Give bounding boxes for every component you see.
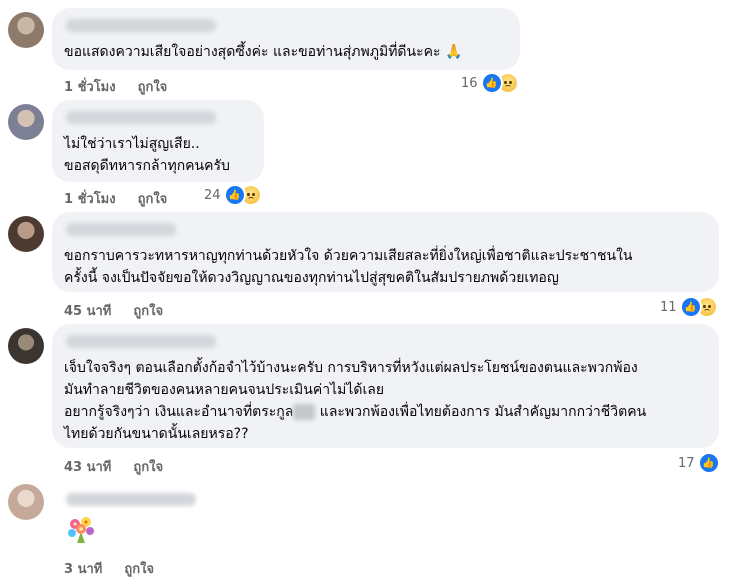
comment-timestamp[interactable]: 43 นาที bbox=[64, 456, 111, 477]
comment-timestamp[interactable]: 3 นาที bbox=[64, 558, 102, 579]
like-icon: 👍 bbox=[480, 72, 503, 94]
reaction-count: 17 bbox=[678, 455, 695, 471]
like-button[interactable]: ถูกใจ bbox=[133, 300, 163, 321]
reaction-summary[interactable]: 17 👍 bbox=[678, 452, 720, 474]
comment-timestamp[interactable]: 45 นาที bbox=[64, 300, 111, 321]
like-button[interactable]: ถูกใจ bbox=[138, 188, 168, 209]
commenter-name-blurred[interactable] bbox=[66, 111, 216, 124]
comment-bubble: เจ็บใจจริงๆ ตอนเลือกตั้งก้อจำไว้บ้างนะคร… bbox=[52, 324, 719, 448]
comment-bubble: ไม่ใช่ว่าเราไม่สูญเสีย.. ขอสดุดีทหารกล้า… bbox=[52, 100, 264, 182]
comment-bubble: ขอแสดงความเสียใจอย่างสุดซึ้งค่ะ และขอท่า… bbox=[52, 8, 520, 70]
comment-timestamp[interactable]: 1 ชั่วโมง bbox=[64, 76, 116, 97]
flower-bouquet-icon[interactable] bbox=[64, 512, 98, 546]
like-icon: 👍 bbox=[697, 452, 720, 474]
like-button[interactable]: ถูกใจ bbox=[133, 456, 163, 477]
comment-actions: 3 นาที ถูกใจ bbox=[64, 558, 154, 579]
redacted-name bbox=[293, 404, 316, 420]
avatar[interactable] bbox=[8, 104, 44, 140]
commenter-name-blurred[interactable] bbox=[66, 19, 216, 32]
like-button[interactable]: ถูกใจ bbox=[124, 558, 154, 579]
commenter-name-blurred[interactable] bbox=[66, 493, 196, 506]
avatar[interactable] bbox=[8, 484, 44, 520]
avatar[interactable] bbox=[8, 328, 44, 364]
reaction-summary[interactable]: 24 👍 bbox=[204, 184, 262, 206]
comment-actions: 1 ชั่วโมง ถูกใจ bbox=[64, 76, 167, 97]
avatar[interactable] bbox=[8, 216, 44, 252]
like-icon: 👍 bbox=[679, 296, 702, 318]
commenter-name-blurred[interactable] bbox=[66, 223, 176, 236]
reaction-count: 16 bbox=[461, 75, 478, 91]
comment-bubble: ขอกราบคารวะทหารหาญทุกท่านด้วยหัวใจ ด้วยค… bbox=[52, 212, 719, 292]
comment-actions: 1 ชั่วโมง ถูกใจ bbox=[64, 188, 167, 209]
comment-text: เจ็บใจจริงๆ ตอนเลือกตั้งก้อจำไว้บ้างนะคร… bbox=[64, 357, 707, 445]
comment-actions: 43 นาที ถูกใจ bbox=[64, 456, 163, 477]
comment-timestamp[interactable]: 1 ชั่วโมง bbox=[64, 188, 116, 209]
reaction-count: 11 bbox=[660, 299, 677, 315]
comment-text: ขอแสดงความเสียใจอย่างสุดซึ้งค่ะ และขอท่า… bbox=[64, 44, 463, 60]
commenter-name-blurred[interactable] bbox=[66, 335, 216, 348]
avatar[interactable] bbox=[8, 12, 44, 48]
like-button[interactable]: ถูกใจ bbox=[138, 76, 168, 97]
like-icon: 👍 bbox=[223, 184, 246, 206]
reaction-count: 24 bbox=[204, 187, 221, 203]
reaction-summary[interactable]: 16 👍 bbox=[461, 72, 519, 94]
comment-actions: 45 นาที ถูกใจ bbox=[64, 300, 163, 321]
comment-text: ไม่ใช่ว่าเราไม่สูญเสีย.. ขอสดุดีทหารกล้า… bbox=[64, 136, 230, 174]
comment-text: ขอกราบคารวะทหารหาญทุกท่านด้วยหัวใจ ด้วยค… bbox=[64, 248, 633, 286]
reaction-summary[interactable]: 11 👍 bbox=[660, 296, 718, 318]
